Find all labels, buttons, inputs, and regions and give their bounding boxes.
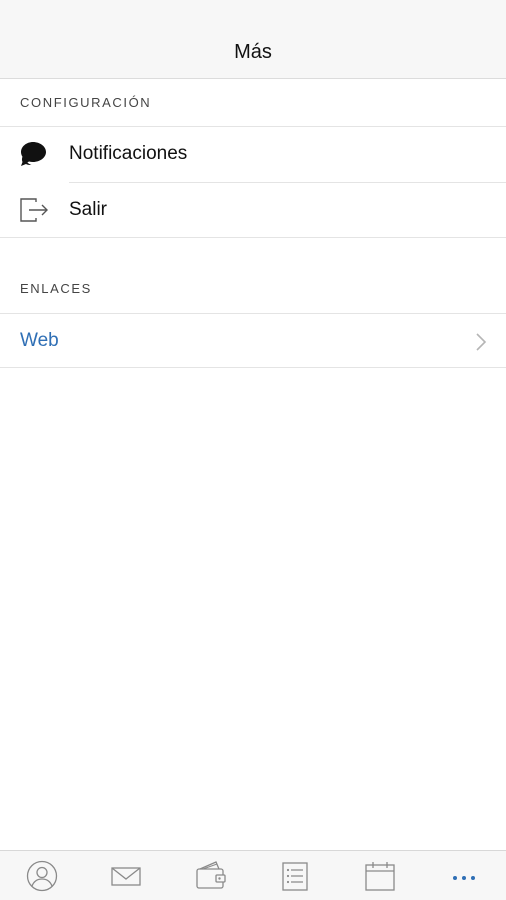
chevron-right-icon (476, 333, 487, 351)
tab-bar (0, 850, 506, 900)
row-label-logout: Salir (69, 199, 108, 220)
more-dots-icon[interactable] (447, 860, 481, 892)
profile-icon[interactable] (25, 860, 59, 892)
chat-bubbles-icon (21, 142, 46, 166)
section-header-links: ENLACES (20, 281, 92, 296)
wallet-icon[interactable] (194, 860, 228, 892)
row-logout[interactable]: Salir (0, 183, 506, 237)
logout-icon (20, 198, 48, 222)
list-icon[interactable] (278, 860, 312, 892)
nav-header: Más (0, 0, 506, 79)
link-label-web: Web (20, 330, 59, 351)
row-web-link[interactable]: Web (0, 314, 506, 368)
calendar-icon[interactable] (363, 860, 397, 892)
divider (0, 237, 506, 238)
row-label-notifications: Notificaciones (69, 143, 188, 164)
mail-icon[interactable] (109, 860, 143, 892)
page-title: Más (234, 41, 272, 63)
section-header-settings: CONFIGURACIÓN (20, 95, 152, 110)
row-notifications[interactable]: Notificaciones (0, 127, 506, 181)
divider (0, 367, 506, 368)
